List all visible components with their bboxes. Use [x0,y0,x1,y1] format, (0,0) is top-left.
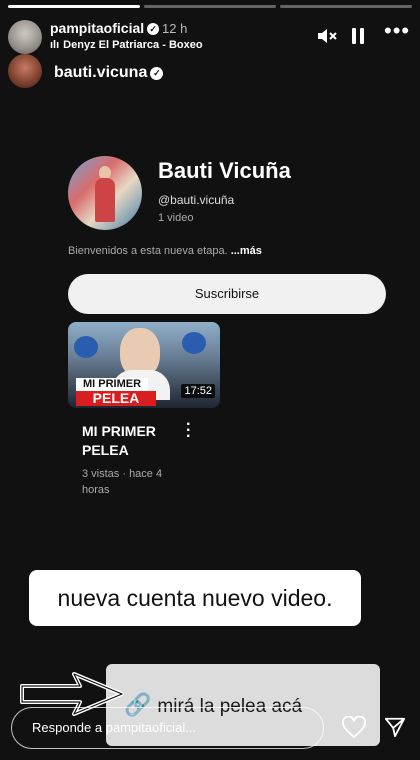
bio-more-link: ...más [230,245,262,257]
boxing-glove [182,332,206,354]
channel-bio: Bienvenidos a esta nueva etapa. ...más [68,245,262,257]
channel-video-count: 1 video [158,212,194,224]
reply-input[interactable]: Responde a pampitaoficial... [11,707,324,749]
video-meta: 3 vistas · hace 4 horas [82,468,163,496]
video-title: MI PRIMER PELEA [82,423,156,458]
story-progress-bar [8,5,412,8]
caption-text: nueva cuenta nuevo video. [29,570,361,626]
story-timestamp: 12 h [162,21,188,36]
username-label: pampitaoficial [50,20,145,36]
thumbnail-text-line2: PELEA [76,391,156,406]
bio-text: Bienvenidos a esta nueva etapa. [68,245,228,257]
instagram-story: pampitaoficial ✓ 12 h ılı Denyz El Patriar… [0,0,420,760]
channel-avatar [68,156,142,230]
verified-badge-icon: ✓ [147,23,160,35]
music-attribution[interactable]: ılı Denyz El Patriarca - Boxeo [50,39,203,51]
channel-handle: @bauti.vicuña [158,193,235,207]
youtube-channel-screenshot: Bauti Vicuña @bauti.vicuña 1 video Bienv… [58,138,398,508]
avatar[interactable] [8,20,42,54]
progress-segment [144,5,276,8]
video-duration: 17:52 [181,384,215,398]
avatar-person [95,178,115,222]
music-label: Denyz El Patriarca - Boxeo [63,39,203,51]
subscribe-button: Suscribirse [68,274,386,314]
video-options-icon: · · · [186,416,192,445]
story-username[interactable]: pampitaoficial ✓ [50,20,160,36]
pause-icon[interactable] [350,26,366,51]
heart-icon[interactable] [342,716,366,740]
mention-sticker[interactable]: bauti.vicuna ✓ [8,54,308,92]
progress-segment [8,5,140,8]
mention-username: bauti.vicuna ✓ [54,64,164,82]
mention-label: bauti.vicuna [54,64,148,81]
reply-placeholder: Responde a pampitaoficial... [32,720,197,735]
story-header: pampitaoficial ✓ 12 h ılı Denyz El Patriar… [0,16,420,56]
more-horizontal-icon[interactable]: ••• [384,18,410,44]
progress-segment [280,5,412,8]
send-icon[interactable] [384,716,406,738]
video-thumbnail: MI PRIMER PELEA 17:52 [68,322,220,408]
avatar [8,54,42,88]
verified-badge-icon: ✓ [150,67,164,80]
boxing-glove [74,336,98,358]
channel-name: Bauti Vicuña [158,158,291,183]
speaker-muted-icon[interactable] [316,26,338,51]
audio-bars-icon: ılı [50,39,60,51]
